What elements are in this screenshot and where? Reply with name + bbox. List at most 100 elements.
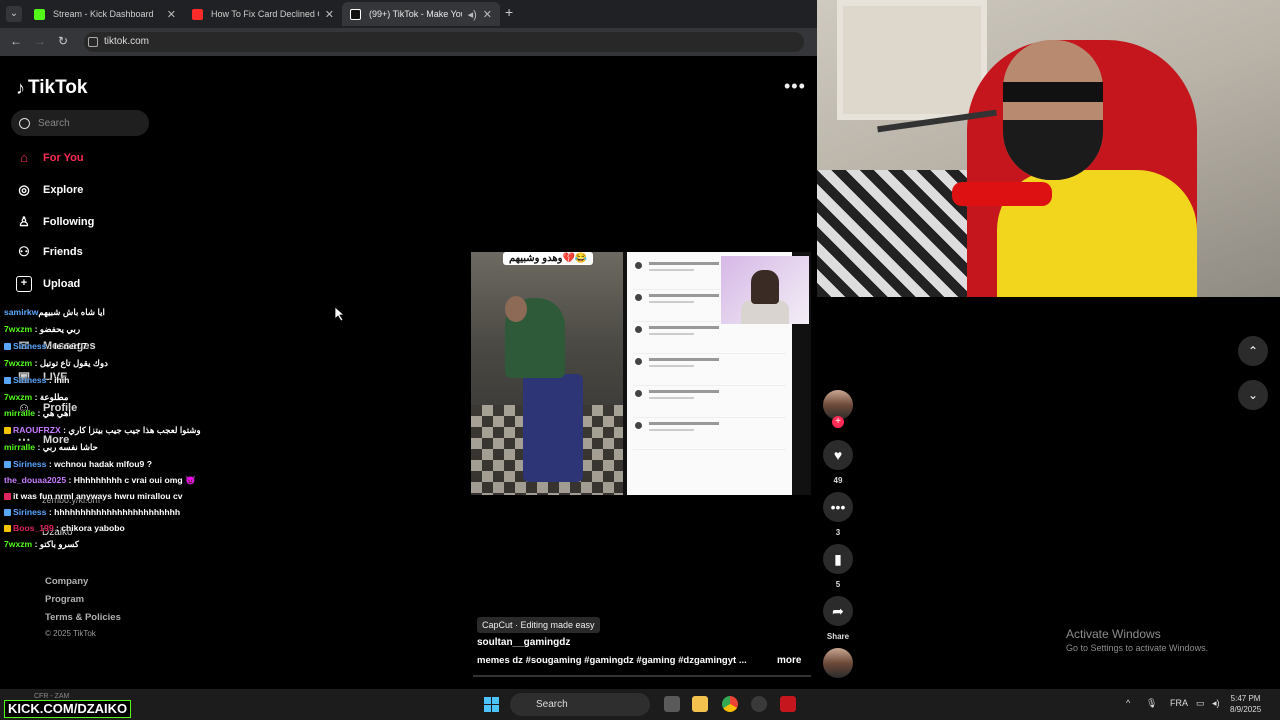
clock-time: 5:47 PM	[1230, 694, 1261, 703]
video-hashtags[interactable]: memes dz #sougaming #gamingdz #gaming #d…	[477, 655, 747, 666]
video-overlay-caption: وهدو وشبيهم💔😂	[503, 252, 594, 265]
mouse-cursor-icon	[335, 307, 345, 321]
emote-badge-icon	[4, 493, 11, 501]
chat-text: chikora yabobo	[61, 523, 125, 533]
chat-message: Boos_199 : chikora yabobo	[4, 523, 125, 533]
chat-username: mirralle	[4, 442, 36, 452]
volume-icon[interactable]: ◂)	[1212, 698, 1220, 709]
footer-link-company[interactable]: Company	[45, 576, 88, 587]
vip-badge-icon	[4, 525, 11, 533]
url-field[interactable]: tiktok.com	[84, 32, 804, 52]
sidebar-item-label: For You	[43, 152, 84, 164]
tab-title: How To Fix Card Declined On E	[211, 9, 319, 19]
video-progress-bar[interactable]	[473, 675, 811, 677]
close-icon[interactable]: ✕	[167, 8, 176, 21]
site-info-icon[interactable]	[88, 37, 98, 47]
speaker-icon[interactable]: ◂)	[468, 8, 477, 21]
close-icon[interactable]: ✕	[483, 8, 492, 21]
search-placeholder: Search	[38, 117, 70, 129]
activate-windows-subtitle: Go to Settings to activate Windows.	[1066, 643, 1209, 653]
more-options-icon[interactable]: •••	[784, 76, 806, 97]
forward-icon[interactable]: →	[34, 34, 46, 48]
chat-message: Siriness : hhhhhhhhhhhhhhhhhhhhhhhh	[4, 507, 180, 517]
chat-text: وشتوا لعجب هذا جيب جيب بيتزا كاري	[68, 425, 201, 435]
task-view-icon[interactable]	[664, 696, 680, 712]
chevron-up-icon[interactable]: ^	[1126, 698, 1130, 708]
next-video-button[interactable]: ⌄	[1238, 380, 1268, 410]
follow-plus-icon[interactable]: +	[832, 416, 844, 428]
microphone-icon[interactable]: 🎙	[1146, 698, 1157, 709]
copyright: © 2025 TikTok	[45, 629, 96, 638]
chevron-down-icon: ⌄	[1247, 388, 1259, 402]
subscriber-badge-icon	[4, 461, 11, 469]
footer-link-program[interactable]: Program	[45, 594, 84, 605]
search-input[interactable]: Search	[11, 110, 149, 136]
video-player[interactable]: وهدو وشبيهم💔😂	[471, 252, 811, 495]
chat-text: Hhhhhhhhh c vrai oui omg 😈	[73, 475, 196, 485]
save-button[interactable]: ▮	[823, 544, 853, 574]
share-label: Share	[826, 632, 850, 641]
browser-tab-youtube[interactable]: How To Fix Card Declined On E ✕	[184, 2, 342, 26]
new-tab-button[interactable]: +	[505, 4, 513, 20]
search-icon	[19, 117, 30, 129]
chrome-icon[interactable]	[722, 696, 738, 712]
tab-search-button[interactable]: ⌄	[6, 6, 22, 22]
windows-taskbar: Search ^ 🎙 FRA ▭ ◂) 5:47 PM 8/9/2025	[0, 689, 1280, 720]
chat-username: 7wxzm	[4, 539, 33, 549]
system-clock[interactable]: 5:47 PM 8/9/2025	[1230, 693, 1261, 715]
comment-row	[633, 322, 786, 354]
like-count: 49	[833, 476, 843, 485]
close-icon[interactable]: ✕	[325, 8, 334, 21]
heart-icon: ♥	[833, 447, 843, 463]
comment-button[interactable]: •••	[823, 492, 853, 522]
sidebar-item-for-you[interactable]: ⌂ For You	[16, 150, 84, 166]
start-button[interactable]	[484, 697, 499, 712]
subscriber-badge-icon	[4, 377, 11, 385]
share-button[interactable]: ➦	[823, 596, 853, 626]
tab-title: Stream - Kick Dashboard	[53, 9, 154, 19]
comment-row	[633, 354, 786, 386]
browser-tab-kick[interactable]: Stream - Kick Dashboard ✕	[26, 2, 184, 26]
chat-message: mirralle : اهي هي	[4, 408, 71, 418]
chat-text: حاشا نفسه ربي	[42, 442, 98, 452]
tab-title: (99+) TikTok - Make Your Da	[369, 9, 462, 19]
chevron-up-icon: ⌃	[1247, 344, 1259, 358]
chat-message: 7wxzm : مطلوعة	[4, 392, 69, 402]
sidebar-item-upload[interactable]: + Upload	[16, 276, 80, 292]
chat-text: مطلوعة	[39, 392, 69, 402]
tiktok-wordmark: TikTok	[28, 77, 88, 98]
browser-tab-tiktok[interactable]: (99+) TikTok - Make Your Da ◂) ✕	[342, 2, 500, 26]
network-icon[interactable]: ▭	[1196, 698, 1205, 709]
sidebar-item-label: Explore	[43, 184, 84, 196]
following-icon: ♙	[18, 214, 30, 229]
chat-username: Boos_199	[13, 523, 54, 533]
chat-username: Siriness	[13, 507, 47, 517]
reload-icon[interactable]: ↻	[58, 34, 68, 48]
media-player-icon[interactable]	[780, 696, 796, 712]
comment-count: 3	[835, 528, 841, 537]
capcut-label[interactable]: CapCut · Editing made easy	[477, 617, 600, 633]
chat-message: it was fun nrml anyways hwru mirallou cv	[4, 491, 183, 501]
video-author[interactable]: soultan__gamingdz	[477, 637, 570, 648]
footer-link-terms[interactable]: Terms & Policies	[45, 612, 121, 623]
file-explorer-icon[interactable]	[692, 696, 708, 712]
previous-video-button[interactable]: ⌃	[1238, 336, 1268, 366]
sidebar-item-explore[interactable]: ◎ Explore	[16, 182, 83, 198]
home-icon: ⌂	[20, 150, 28, 165]
sidebar-item-following[interactable]: ♙ Following	[16, 214, 94, 230]
sidebar-item-friends[interactable]: ⚇ Friends	[16, 244, 83, 260]
taskbar-search[interactable]: Search	[510, 693, 650, 716]
more-description-button[interactable]: more	[777, 655, 801, 666]
chat-text: كسرو باكتو	[39, 539, 79, 549]
chat-username: the_douaa2025	[4, 475, 67, 485]
save-count: 5	[835, 580, 841, 589]
streamer-headphones	[1003, 82, 1103, 102]
like-button[interactable]: ♥	[823, 440, 853, 470]
chat-message: samirkwايا شاه باش شبيهم	[4, 307, 105, 318]
language-indicator[interactable]: FRA	[1170, 698, 1188, 708]
back-icon[interactable]: ←	[10, 34, 22, 48]
sound-avatar[interactable]	[823, 648, 853, 678]
sidebar-item-label: Upload	[43, 278, 81, 290]
obs-icon[interactable]	[751, 696, 767, 712]
tiktok-logo[interactable]: ♪ TikTok	[16, 77, 87, 99]
